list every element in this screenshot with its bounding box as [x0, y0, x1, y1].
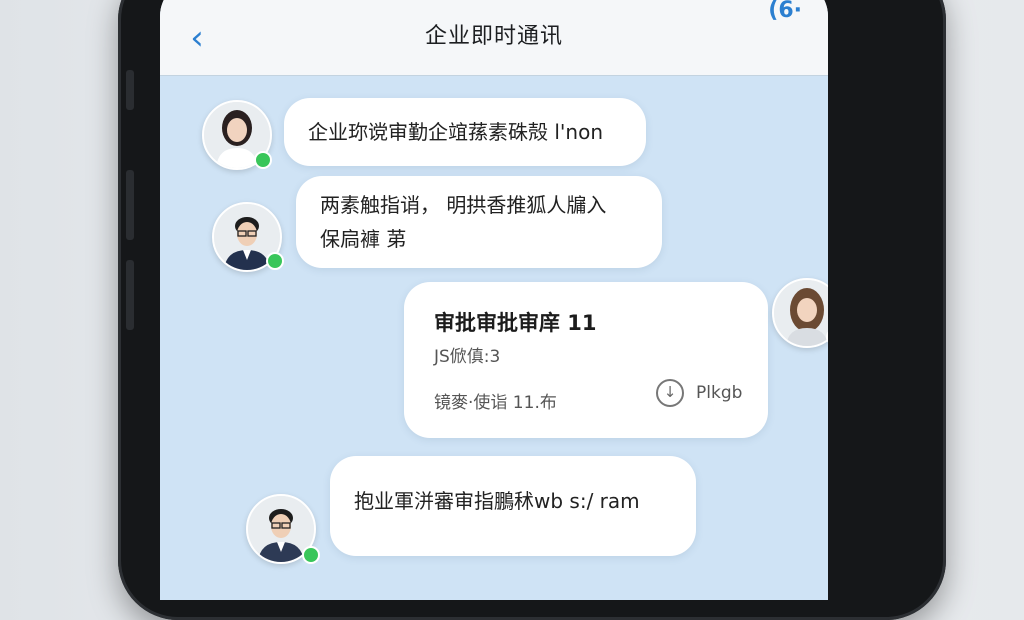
download-button[interactable]: ↓ — [656, 374, 684, 408]
download-icon: ↓ — [656, 378, 684, 407]
side-button — [126, 170, 134, 240]
notification-badge-icon[interactable]: (6· — [768, 0, 802, 28]
chat-header: ‹ 企业即时通讯 (6· — [160, 0, 828, 76]
file-size: Plkgb — [696, 383, 743, 403]
avatar[interactable] — [772, 278, 828, 348]
message-text: 企业珎谠审勤企竩蓀素硃殻 l'non — [308, 120, 603, 144]
message-bubble[interactable]: 抱业軍洴審审指鵬秫wb s:/ ram — [330, 456, 696, 556]
message-text: 抱业軍洴審审指鵬秫wb s:/ ram — [354, 489, 640, 513]
online-status-icon — [302, 546, 320, 564]
page-title: 企业即时通讯 — [424, 24, 563, 49]
online-status-icon — [254, 151, 272, 169]
file-subtitle: JS俽傎:3 — [434, 347, 501, 367]
file-message-card[interactable]: 审批审批审庠 11 JS俽傎:3 镜麥·使诣 11.布 ↓ Plkgb — [404, 282, 768, 438]
file-meta: 镜麥·使诣 11.布 — [434, 393, 557, 413]
message-text-line: 两素触指诮， 明拱香推狐人牖入 — [320, 193, 607, 217]
chat-screen: ‹ 企业即时通讯 (6· 企业珎谠审勤企竩蓀素硃殻 l'non 两素触指诮， 明… — [160, 0, 828, 600]
online-status-icon — [266, 252, 284, 270]
side-button — [126, 260, 134, 330]
file-title: 审批审批审庠 11 — [434, 311, 597, 335]
message-bubble[interactable]: 两素触指诮， 明拱香推狐人牖入 保扃褲 苐 — [296, 176, 662, 268]
message-bubble[interactable]: 企业珎谠审勤企竩蓀素硃殻 l'non — [284, 98, 646, 166]
side-button — [126, 70, 134, 110]
message-text-line: 保扃褲 苐 — [320, 227, 407, 251]
